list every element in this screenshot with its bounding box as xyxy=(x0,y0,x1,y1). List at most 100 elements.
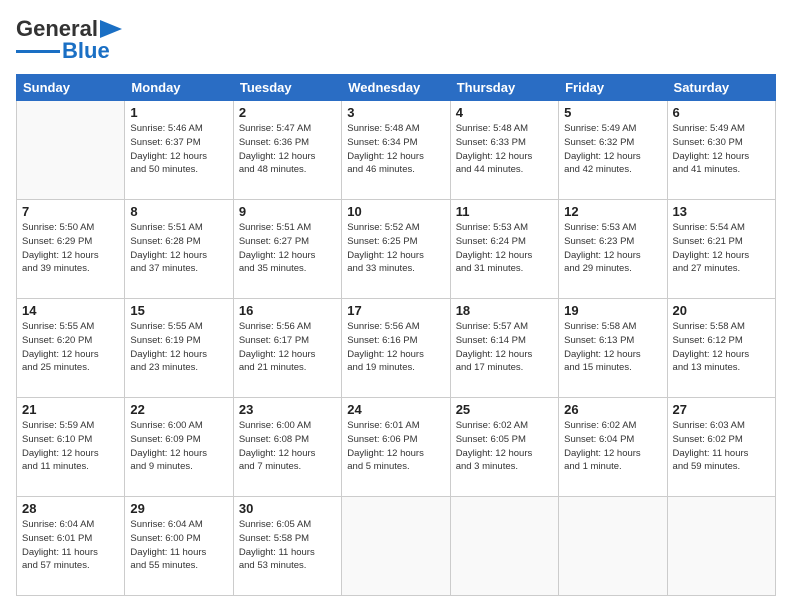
day-number: 23 xyxy=(239,402,336,417)
calendar-cell: 9 Sunrise: 5:51 AM Sunset: 6:27 PM Daylig… xyxy=(233,200,341,299)
calendar-header-row: SundayMondayTuesdayWednesdayThursdayFrid… xyxy=(17,75,776,101)
cell-info: Sunrise: 5:48 AM Sunset: 6:34 PM Dayligh… xyxy=(347,122,444,177)
cell-info: Sunrise: 5:58 AM Sunset: 6:12 PM Dayligh… xyxy=(673,320,770,375)
col-header-sunday: Sunday xyxy=(17,75,125,101)
cell-info: Sunrise: 5:57 AM Sunset: 6:14 PM Dayligh… xyxy=(456,320,553,375)
week-row-2: 14 Sunrise: 5:55 AM Sunset: 6:20 PM Dayli… xyxy=(17,299,776,398)
cell-info: Sunrise: 6:00 AM Sunset: 6:08 PM Dayligh… xyxy=(239,419,336,474)
cell-info: Sunrise: 6:04 AM Sunset: 6:00 PM Dayligh… xyxy=(130,518,227,573)
cell-info: Sunrise: 5:56 AM Sunset: 6:17 PM Dayligh… xyxy=(239,320,336,375)
calendar-cell: 10 Sunrise: 5:52 AM Sunset: 6:25 PM Dayli… xyxy=(342,200,450,299)
day-number: 8 xyxy=(130,204,227,219)
cell-info: Sunrise: 6:03 AM Sunset: 6:02 PM Dayligh… xyxy=(673,419,770,474)
calendar-cell: 26 Sunrise: 6:02 AM Sunset: 6:04 PM Dayli… xyxy=(559,398,667,497)
day-number: 4 xyxy=(456,105,553,120)
week-row-4: 28 Sunrise: 6:04 AM Sunset: 6:01 PM Dayli… xyxy=(17,497,776,596)
day-number: 18 xyxy=(456,303,553,318)
day-number: 16 xyxy=(239,303,336,318)
calendar-cell: 5 Sunrise: 5:49 AM Sunset: 6:32 PM Daylig… xyxy=(559,101,667,200)
day-number: 13 xyxy=(673,204,770,219)
col-header-thursday: Thursday xyxy=(450,75,558,101)
calendar-cell: 6 Sunrise: 5:49 AM Sunset: 6:30 PM Daylig… xyxy=(667,101,775,200)
cell-info: Sunrise: 6:02 AM Sunset: 6:05 PM Dayligh… xyxy=(456,419,553,474)
calendar-cell: 30 Sunrise: 6:05 AM Sunset: 5:58 PM Dayli… xyxy=(233,497,341,596)
calendar-cell: 20Sunrise: 5:58 AM Sunset: 6:12 PM Dayli… xyxy=(667,299,775,398)
day-number: 28 xyxy=(22,501,119,516)
calendar-cell: 13 Sunrise: 5:54 AM Sunset: 6:21 PM Dayli… xyxy=(667,200,775,299)
calendar-cell xyxy=(559,497,667,596)
calendar-cell: 4Sunrise: 5:48 AM Sunset: 6:33 PM Daylig… xyxy=(450,101,558,200)
calendar-cell: 7 Sunrise: 5:50 AM Sunset: 6:29 PM Daylig… xyxy=(17,200,125,299)
calendar-cell: 23 Sunrise: 6:00 AM Sunset: 6:08 PM Dayli… xyxy=(233,398,341,497)
cell-info: Sunrise: 5:49 AM Sunset: 6:30 PM Dayligh… xyxy=(673,122,770,177)
calendar-cell: 15Sunrise: 5:55 AM Sunset: 6:19 PM Dayli… xyxy=(125,299,233,398)
col-header-friday: Friday xyxy=(559,75,667,101)
week-row-0: 1 Sunrise: 5:46 AM Sunset: 6:37 PM Daylig… xyxy=(17,101,776,200)
day-number: 26 xyxy=(564,402,661,417)
cell-info: Sunrise: 6:00 AM Sunset: 6:09 PM Dayligh… xyxy=(130,419,227,474)
header: General Blue xyxy=(16,16,776,64)
cell-info: Sunrise: 5:52 AM Sunset: 6:25 PM Dayligh… xyxy=(347,221,444,276)
day-number: 22 xyxy=(130,402,227,417)
day-number: 30 xyxy=(239,501,336,516)
day-number: 11 xyxy=(456,204,553,219)
cell-info: Sunrise: 5:51 AM Sunset: 6:28 PM Dayligh… xyxy=(130,221,227,276)
day-number: 2 xyxy=(239,105,336,120)
day-number: 29 xyxy=(130,501,227,516)
day-number: 14 xyxy=(22,303,119,318)
cell-info: Sunrise: 6:01 AM Sunset: 6:06 PM Dayligh… xyxy=(347,419,444,474)
day-number: 10 xyxy=(347,204,444,219)
calendar-cell xyxy=(450,497,558,596)
cell-info: Sunrise: 5:55 AM Sunset: 6:19 PM Dayligh… xyxy=(130,320,227,375)
day-number: 3 xyxy=(347,105,444,120)
cell-info: Sunrise: 6:04 AM Sunset: 6:01 PM Dayligh… xyxy=(22,518,119,573)
calendar-cell: 17 Sunrise: 5:56 AM Sunset: 6:16 PM Dayli… xyxy=(342,299,450,398)
logo-blue: Blue xyxy=(62,38,110,64)
col-header-monday: Monday xyxy=(125,75,233,101)
calendar-cell xyxy=(17,101,125,200)
day-number: 5 xyxy=(564,105,661,120)
day-number: 1 xyxy=(130,105,227,120)
cell-info: Sunrise: 5:46 AM Sunset: 6:37 PM Dayligh… xyxy=(130,122,227,177)
calendar-cell: 2 Sunrise: 5:47 AM Sunset: 6:36 PM Daylig… xyxy=(233,101,341,200)
calendar-cell: 19 Sunrise: 5:58 AM Sunset: 6:13 PM Dayli… xyxy=(559,299,667,398)
calendar-cell: 22 Sunrise: 6:00 AM Sunset: 6:09 PM Dayli… xyxy=(125,398,233,497)
logo-line xyxy=(16,50,60,53)
cell-info: Sunrise: 5:47 AM Sunset: 6:36 PM Dayligh… xyxy=(239,122,336,177)
cell-info: Sunrise: 5:58 AM Sunset: 6:13 PM Dayligh… xyxy=(564,320,661,375)
logo-arrow-icon xyxy=(100,20,122,38)
calendar-cell: 27Sunrise: 6:03 AM Sunset: 6:02 PM Dayli… xyxy=(667,398,775,497)
page: General Blue SundayMondayTuesdayWednesda… xyxy=(0,0,792,612)
day-number: 21 xyxy=(22,402,119,417)
calendar-cell: 16 Sunrise: 5:56 AM Sunset: 6:17 PM Dayli… xyxy=(233,299,341,398)
calendar-cell: 3 Sunrise: 5:48 AM Sunset: 6:34 PM Daylig… xyxy=(342,101,450,200)
cell-info: Sunrise: 5:54 AM Sunset: 6:21 PM Dayligh… xyxy=(673,221,770,276)
calendar-cell: 11 Sunrise: 5:53 AM Sunset: 6:24 PM Dayli… xyxy=(450,200,558,299)
day-number: 24 xyxy=(347,402,444,417)
calendar-cell: 12Sunrise: 5:53 AM Sunset: 6:23 PM Dayli… xyxy=(559,200,667,299)
calendar-cell xyxy=(667,497,775,596)
cell-info: Sunrise: 5:51 AM Sunset: 6:27 PM Dayligh… xyxy=(239,221,336,276)
day-number: 6 xyxy=(673,105,770,120)
day-number: 7 xyxy=(22,204,119,219)
cell-info: Sunrise: 5:59 AM Sunset: 6:10 PM Dayligh… xyxy=(22,419,119,474)
cell-info: Sunrise: 6:05 AM Sunset: 5:58 PM Dayligh… xyxy=(239,518,336,573)
calendar-cell: 18 Sunrise: 5:57 AM Sunset: 6:14 PM Dayli… xyxy=(450,299,558,398)
calendar-table: SundayMondayTuesdayWednesdayThursdayFrid… xyxy=(16,74,776,596)
day-number: 17 xyxy=(347,303,444,318)
cell-info: Sunrise: 6:02 AM Sunset: 6:04 PM Dayligh… xyxy=(564,419,661,474)
cell-info: Sunrise: 5:53 AM Sunset: 6:24 PM Dayligh… xyxy=(456,221,553,276)
col-header-saturday: Saturday xyxy=(667,75,775,101)
calendar-cell: 1 Sunrise: 5:46 AM Sunset: 6:37 PM Daylig… xyxy=(125,101,233,200)
cell-info: Sunrise: 5:50 AM Sunset: 6:29 PM Dayligh… xyxy=(22,221,119,276)
cell-info: Sunrise: 5:55 AM Sunset: 6:20 PM Dayligh… xyxy=(22,320,119,375)
cell-info: Sunrise: 5:56 AM Sunset: 6:16 PM Dayligh… xyxy=(347,320,444,375)
day-number: 25 xyxy=(456,402,553,417)
col-header-wednesday: Wednesday xyxy=(342,75,450,101)
week-row-3: 21 Sunrise: 5:59 AM Sunset: 6:10 PM Dayli… xyxy=(17,398,776,497)
calendar-cell: 29 Sunrise: 6:04 AM Sunset: 6:00 PM Dayli… xyxy=(125,497,233,596)
day-number: 9 xyxy=(239,204,336,219)
day-number: 12 xyxy=(564,204,661,219)
cell-info: Sunrise: 5:49 AM Sunset: 6:32 PM Dayligh… xyxy=(564,122,661,177)
day-number: 19 xyxy=(564,303,661,318)
